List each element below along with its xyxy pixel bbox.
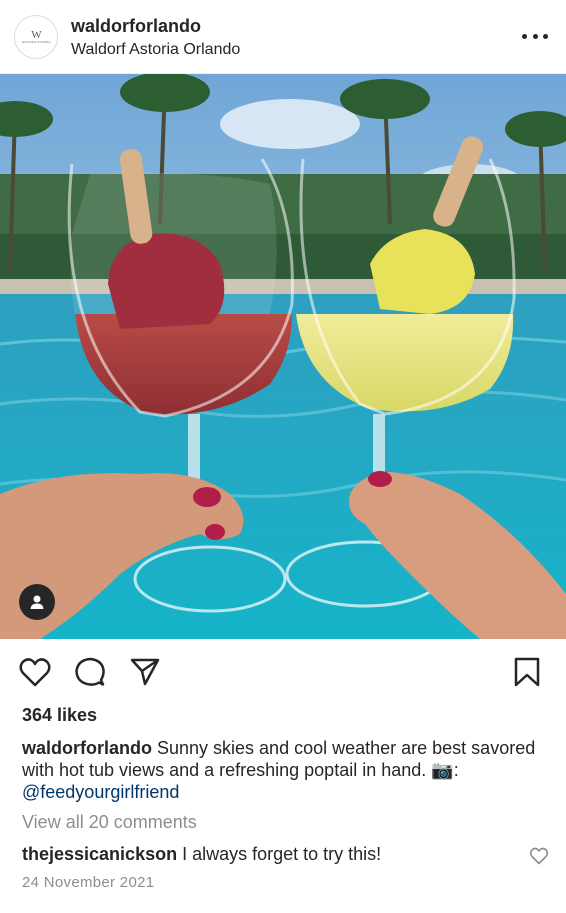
view-all-comments-link[interactable]: View all 20 comments	[22, 812, 197, 833]
avatar[interactable]: W WALDORF ASTORIA	[14, 15, 58, 59]
more-icon[interactable]	[522, 26, 548, 46]
comment-icon[interactable]	[70, 652, 110, 692]
comment: thejessicanickson I always forget to try…	[22, 844, 522, 865]
post-location[interactable]: Waldorf Astoria Orlando	[71, 41, 240, 59]
caption-mention[interactable]: @feedyourgirlfriend	[22, 782, 179, 802]
heart-icon[interactable]	[15, 652, 55, 692]
avatar-logo-text: WALDORF ASTORIA	[21, 39, 51, 44]
tagged-user-icon[interactable]	[19, 584, 55, 620]
post-username[interactable]: waldorforlando	[71, 16, 201, 37]
post-caption: waldorforlando Sunny skies and cool weat…	[22, 737, 547, 803]
post-image[interactable]	[0, 74, 566, 639]
caption-colon: :	[453, 760, 459, 780]
caption-username[interactable]: waldorforlando	[22, 738, 152, 758]
share-icon[interactable]	[125, 652, 165, 692]
post-header: W WALDORF ASTORIA waldorforlando Waldorf…	[0, 0, 566, 74]
likes-count[interactable]: 364 likes	[22, 705, 97, 726]
comment-heart-icon[interactable]	[529, 846, 549, 866]
post-actions	[0, 652, 566, 692]
post-date: 24 November 2021	[22, 874, 155, 891]
comment-username[interactable]: thejessicanickson	[22, 844, 177, 864]
avatar-logo: W	[31, 28, 41, 41]
camera-emoji: 📷	[431, 760, 454, 780]
bookmark-icon[interactable]	[507, 652, 547, 692]
comment-text: I always forget to try this!	[177, 844, 382, 864]
post-photo	[0, 74, 566, 639]
